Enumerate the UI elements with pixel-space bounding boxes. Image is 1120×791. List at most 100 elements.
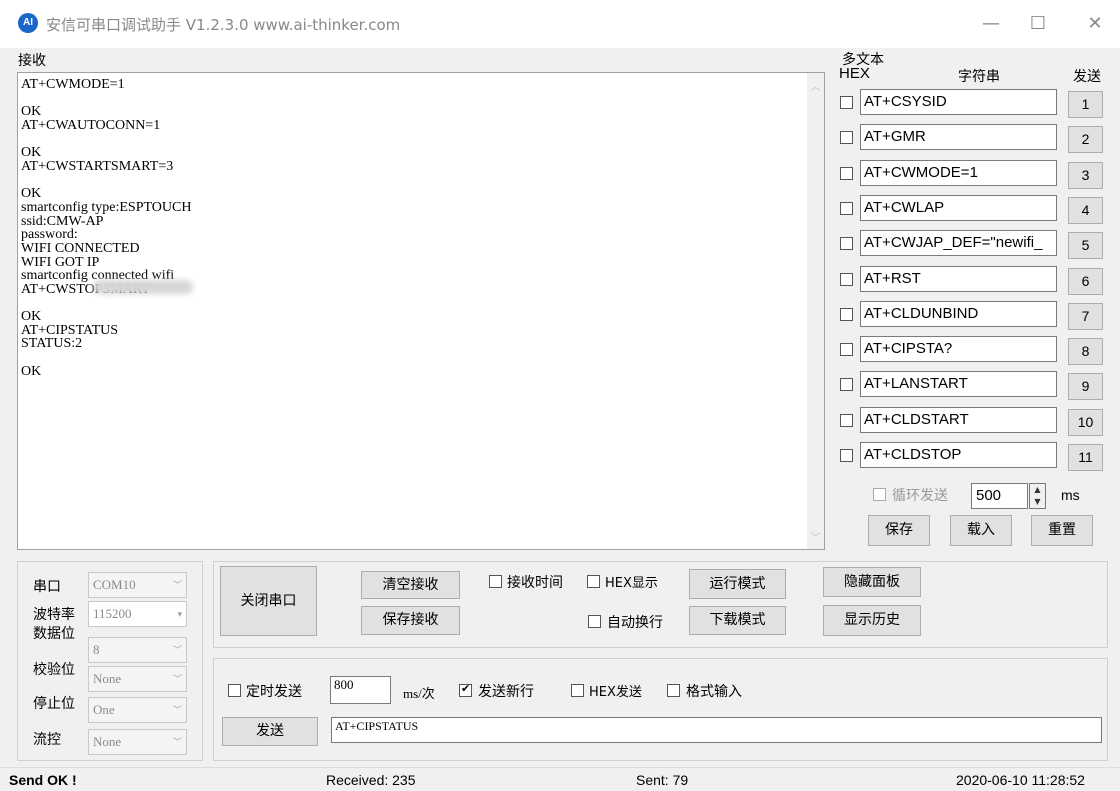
- multitext-send-button[interactable]: 8: [1068, 338, 1103, 366]
- multitext-hex-checkbox[interactable]: [840, 378, 853, 392]
- dropdown-arrow-icon: ▾: [177, 609, 182, 619]
- hide-panel-button[interactable]: 隐藏面板: [823, 567, 921, 597]
- multitext-hex-checkbox[interactable]: [840, 131, 853, 145]
- loop-interval-input[interactable]: 500: [971, 483, 1028, 509]
- multitext-send-button[interactable]: 11: [1068, 444, 1103, 471]
- multitext-hex-checkbox[interactable]: [840, 96, 853, 109]
- download-mode-button[interactable]: 下载模式: [689, 606, 786, 635]
- chevron-down-icon: ﹀: [172, 705, 182, 715]
- spin-down-icon[interactable]: ▼: [1030, 496, 1045, 508]
- status-bar: Send OK ! Received: 235 Sent: 79 2020-06…: [0, 767, 1120, 791]
- multitext-hex-checkbox[interactable]: [840, 166, 853, 180]
- send-text-input[interactable]: AT+CIPSTATUS: [331, 717, 1102, 743]
- port-value: COM10: [93, 577, 136, 592]
- scroll-up-icon[interactable]: ︿: [807, 78, 824, 93]
- baud-select[interactable]: 115200 ▾: [88, 601, 187, 627]
- format-input-label: 格式输入: [686, 684, 742, 700]
- clear-receive-button[interactable]: 清空接收: [361, 571, 460, 599]
- stopbits-label: 停止位: [33, 696, 75, 712]
- hex-send-checkbox[interactable]: [571, 684, 584, 697]
- multitext-input[interactable]: AT+CIPSTA?: [860, 336, 1057, 363]
- hex-column-header: HEX: [839, 65, 870, 82]
- multitext-hex-checkbox[interactable]: [840, 272, 853, 286]
- flow-select[interactable]: None ﹀: [88, 729, 187, 755]
- multitext-send-button[interactable]: 7: [1068, 302, 1103, 330]
- multitext-input[interactable]: AT+CSYSID: [860, 89, 1057, 115]
- stopbits-value: One: [93, 702, 115, 717]
- multitext-hex-checkbox[interactable]: [840, 307, 853, 321]
- loop-unit-label: ms: [1061, 487, 1080, 503]
- send-newline-label: 发送新行: [478, 684, 534, 700]
- flow-value: None: [93, 734, 122, 749]
- status-message: Send OK !: [9, 772, 77, 788]
- send-newline-checkbox[interactable]: [459, 682, 472, 697]
- run-mode-button[interactable]: 运行模式: [689, 569, 786, 599]
- multitext-input[interactable]: AT+RST: [860, 265, 1057, 292]
- hex-display-label: HEX显示: [605, 576, 658, 591]
- multitext-send-button[interactable]: 4: [1068, 196, 1103, 224]
- save-multitext-button[interactable]: 保存: [868, 515, 930, 546]
- reset-multitext-button[interactable]: 重置: [1031, 515, 1093, 546]
- baud-value: 115200: [93, 606, 132, 621]
- loop-send-checkbox[interactable]: [873, 488, 886, 501]
- parity-select[interactable]: None ﹀: [88, 666, 187, 692]
- recv-time-checkbox[interactable]: [489, 575, 502, 588]
- multitext-send-button[interactable]: 5: [1068, 232, 1103, 260]
- close-window-button[interactable]: ✕: [1072, 8, 1118, 40]
- hex-display-checkbox[interactable]: [587, 575, 600, 588]
- received-count: Received: 235: [326, 772, 416, 788]
- multitext-hex-checkbox[interactable]: [840, 449, 853, 462]
- multitext-send-button[interactable]: 6: [1068, 267, 1103, 295]
- receive-scrollbar[interactable]: ︿ ﹀: [807, 73, 824, 549]
- multitext-input[interactable]: AT+CWMODE=1: [860, 159, 1057, 186]
- multitext-input[interactable]: AT+CWJAP_DEF="newifi_: [860, 230, 1057, 257]
- status-datetime: 2020-06-10 11:28:52: [956, 772, 1085, 788]
- multitext-hex-checkbox[interactable]: [840, 413, 853, 427]
- receive-textarea[interactable]: AT+CWMODE=1 OK AT+CWAUTOCONN=1 OK AT+CWS…: [17, 72, 825, 550]
- window-title: 安信可串口调试助手 V1.2.3.0 www.ai-thinker.com: [46, 16, 401, 34]
- interval-unit-label: ms/次: [403, 686, 435, 701]
- close-port-button[interactable]: 关闭串口: [220, 566, 317, 636]
- port-select[interactable]: COM10 ﹀: [88, 572, 187, 598]
- multitext-input[interactable]: AT+CLDSTART: [860, 406, 1057, 433]
- multitext-input[interactable]: AT+CLDSTOP: [860, 442, 1057, 468]
- show-history-button[interactable]: 显示历史: [823, 605, 921, 636]
- multitext-input[interactable]: AT+GMR: [860, 124, 1057, 151]
- receive-controls-group: [213, 561, 1108, 648]
- chevron-down-icon: ﹀: [172, 674, 182, 684]
- chevron-down-icon: ﹀: [172, 645, 182, 655]
- minimize-button[interactable]: —: [968, 8, 1014, 40]
- multitext-send-button[interactable]: 9: [1068, 373, 1103, 401]
- maximize-button[interactable]: ☐: [1015, 8, 1061, 40]
- send-interval-input[interactable]: 800: [330, 676, 391, 704]
- timed-send-label: 定时发送: [246, 684, 302, 700]
- multitext-hex-checkbox[interactable]: [840, 343, 853, 357]
- multitext-input[interactable]: AT+CLDUNBIND: [860, 300, 1057, 327]
- multitext-send-button[interactable]: 2: [1068, 126, 1103, 154]
- scroll-down-icon[interactable]: ﹀: [807, 529, 824, 544]
- title-bar: AI 安信可串口调试助手 V1.2.3.0 www.ai-thinker.com…: [0, 0, 1120, 48]
- multitext-hex-checkbox[interactable]: [840, 201, 853, 215]
- multitext-send-button[interactable]: 1: [1068, 91, 1103, 118]
- baud-label: 波特率: [33, 607, 75, 623]
- databits-label: 数据位: [33, 626, 75, 642]
- multitext-input[interactable]: AT+CWLAP: [860, 194, 1057, 221]
- auto-wrap-checkbox[interactable]: [588, 615, 601, 628]
- send-button[interactable]: 发送: [222, 717, 318, 746]
- redacted-password-blur: [93, 280, 193, 294]
- databits-select[interactable]: 8 ﹀: [88, 637, 187, 663]
- multitext-send-button[interactable]: 10: [1068, 408, 1103, 436]
- spin-up-icon[interactable]: ▲: [1030, 484, 1045, 496]
- multitext-hex-checkbox[interactable]: [840, 237, 853, 251]
- stopbits-select[interactable]: One ﹀: [88, 697, 187, 723]
- timed-send-checkbox[interactable]: [228, 684, 241, 697]
- save-receive-button[interactable]: 保存接收: [361, 606, 460, 635]
- format-input-checkbox[interactable]: [667, 684, 680, 697]
- multitext-send-button[interactable]: 3: [1068, 161, 1103, 189]
- load-multitext-button[interactable]: 载入: [950, 515, 1012, 546]
- parity-label: 校验位: [33, 662, 75, 678]
- multitext-input[interactable]: AT+LANSTART: [860, 371, 1057, 398]
- flow-label: 流控: [33, 732, 61, 748]
- loop-interval-spinner[interactable]: ▲ ▼: [1029, 483, 1046, 509]
- recv-time-label: 接收时间: [507, 575, 563, 591]
